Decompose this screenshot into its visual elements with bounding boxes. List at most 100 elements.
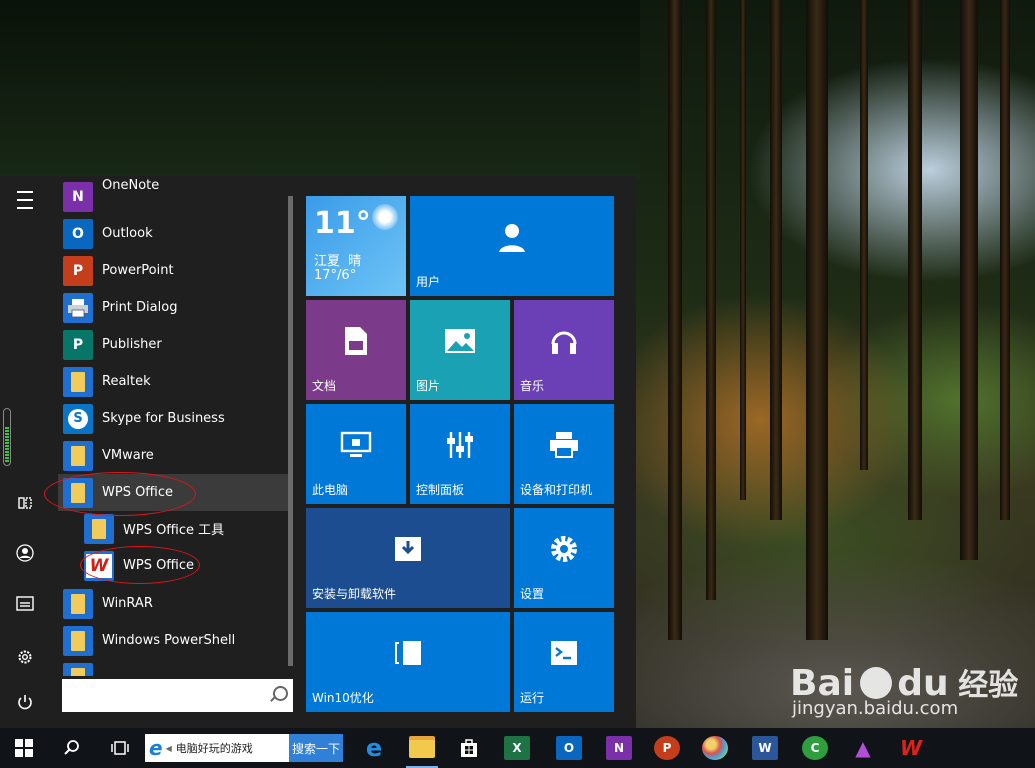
taskbar-app-wps[interactable]: W [896,728,926,768]
folder-icon [63,588,93,619]
tile-weather[interactable]: 11° 江夏 晴 17°/6° [306,196,406,296]
start-left-rail [0,176,50,728]
app-label: Outlook [102,226,153,241]
onenote-icon: N [606,736,632,760]
start-menu: N OneNote O Outlook P PowerPoint Print D… [0,176,636,728]
optimize-icon [306,612,510,694]
taskbar-app-excel[interactable]: X [502,728,532,768]
weather-condition: 晴 [348,254,362,269]
outlook-icon: O [556,736,582,760]
forest-canopy [0,0,640,180]
app-item-vmware[interactable]: VMware [58,437,288,474]
app-list-scrollbar[interactable] [288,196,293,666]
highlight-ellipse-wps-app [80,546,200,584]
paint-icon [702,736,728,760]
app-item-realtek[interactable]: Realtek [58,363,288,400]
tile-user[interactable]: 用户 [410,196,614,296]
app-label: OneNote [102,178,160,193]
start-search-box[interactable] [62,679,293,712]
app-item-powerpoint[interactable]: P PowerPoint [58,252,288,289]
tile-label: 用户 [416,275,441,289]
search-icon[interactable] [273,686,288,701]
settings-gear-icon[interactable] [10,642,40,672]
app-item-winrar[interactable]: WinRAR [58,585,288,622]
tile-devices-printers[interactable]: 设备和打印机 [514,404,614,504]
app-label: VMware [102,448,154,463]
app-item-skype-for-business[interactable]: S Skype for Business [58,400,288,437]
taskbar-app-word[interactable]: W [750,728,780,768]
sliders-icon [410,404,510,486]
search-go-button[interactable]: 搜索一下 [289,734,343,762]
tile-documents[interactable]: 文档 [306,300,406,400]
printer-icon [514,404,614,486]
app-label: Print Dialog [102,300,178,315]
tile-win10-optimize[interactable]: Win10优化 [306,612,510,712]
app-item-outlook[interactable]: O Outlook [58,215,288,252]
dropdown-arrow-icon: ◀ [165,743,172,753]
app-item-print-dialog[interactable]: Print Dialog [58,289,288,326]
app-item-wps-office-tools[interactable]: WPS Office 工具 [58,510,288,547]
taskbar-app-paint[interactable] [700,728,730,768]
document-icon [306,300,406,382]
tile-this-pc[interactable]: 此电脑 [306,404,406,504]
install-box-icon [306,508,510,590]
tile-pictures[interactable]: 图片 [410,300,510,400]
taskbar-app-file-explorer[interactable] [406,728,438,768]
browser-search-widget[interactable]: e ◀ 电脑好玩的游戏 [145,734,289,762]
tile-install-uninstall[interactable]: 安装与卸载软件 [306,508,510,608]
sun-icon [372,204,398,230]
weather-temp: 11° [314,206,371,241]
wps-icon: W [899,736,923,760]
file-explorer-icon [409,736,435,758]
app-item-publisher[interactable]: P Publisher [58,326,288,363]
baidu-jingyan-text: 经验 [958,668,1019,703]
green-app-icon: C [802,736,828,760]
app-item-onenote[interactable]: N OneNote [58,178,288,215]
taskbar-app-edge[interactable]: e [360,728,388,768]
app-item-windows-powershell[interactable]: Windows PowerShell [58,622,288,659]
highlight-ellipse-wps-folder [44,472,196,516]
edge-icon: e [365,734,383,762]
taskbar-app-outlook[interactable]: O [554,728,584,768]
ie-icon: e [149,736,163,760]
power-icon[interactable] [10,687,40,717]
browser-search-text: 电脑好玩的游戏 [175,742,253,755]
taskbar-app-purple[interactable]: ▲ [848,728,878,768]
tile-music[interactable]: 音乐 [514,300,614,400]
tile-label: 图片 [416,379,441,393]
taskbar-search-button[interactable] [58,728,86,768]
settings-gear-icon [514,508,614,590]
taskbar-app-powerpoint[interactable]: P [652,728,682,768]
start-button[interactable] [0,728,48,768]
taskbar-app-onenote[interactable]: N [604,728,634,768]
baidu-paw-icon [859,667,892,699]
tile-label: 设置 [520,587,545,601]
folder-icon [63,625,93,656]
skype-icon: S [63,403,93,434]
tree-trunk [706,0,716,600]
taskbar-app-green[interactable]: C [800,728,830,768]
app-label: WPS Office 工具 [123,523,225,538]
tile-label: 控制面板 [416,483,465,497]
hamburger-menu-icon[interactable] [10,185,40,215]
tree-trunk [908,0,922,520]
user-icon [410,196,614,278]
taskbar: e ◀ 电脑好玩的游戏 搜索一下 e X O N P W C ▲ W [0,728,1035,768]
weather-range: 17°/6° [314,268,357,283]
documents-folder-icon[interactable] [10,588,40,618]
headphones-icon [514,300,614,382]
tile-label: 此电脑 [312,483,349,497]
tile-label: 安装与卸载软件 [312,587,397,601]
tile-settings[interactable]: 设置 [514,508,614,608]
user-account-icon[interactable] [10,538,40,568]
excel-icon: X [504,736,530,760]
onenote-icon: N [63,181,93,212]
windows-logo-icon [15,739,33,757]
taskbar-app-store[interactable] [455,728,483,768]
printer-icon [63,292,93,323]
tile-control-panel[interactable]: 控制面板 [410,404,510,504]
tablet-mode-icon[interactable] [10,488,40,518]
tile-run[interactable]: 运行 [514,612,614,712]
task-view-button[interactable] [104,728,136,768]
tile-label: 文档 [312,379,337,393]
